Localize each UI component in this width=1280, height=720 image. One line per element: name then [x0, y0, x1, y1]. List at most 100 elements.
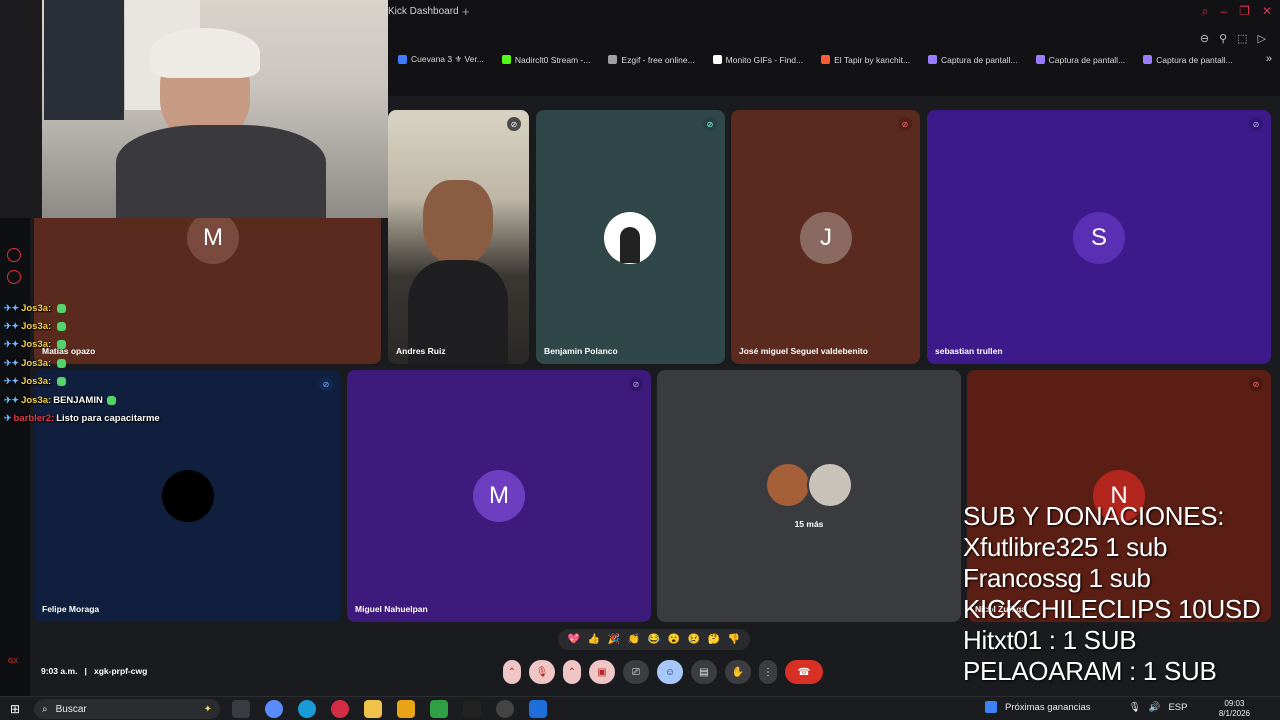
close-icon[interactable]: ✕ [1262, 4, 1272, 19]
more-options-icon[interactable]: ⋮ [759, 660, 777, 684]
earnings-label[interactable]: Próximas ganancias [1005, 702, 1091, 713]
reaction-emoji[interactable]: 👏 [628, 634, 640, 645]
participant-tile[interactable]: ⊘ Andres Ruiz [388, 110, 529, 364]
volume-icon[interactable]: 🔊 [1149, 702, 1161, 713]
captions-button[interactable]: ▤ [691, 660, 717, 684]
window-controls: ⌕ – ❐ ✕ [1202, 4, 1272, 19]
taskbar-clock[interactable]: 09:03 8/1/2026 [1219, 699, 1250, 719]
tab-kick-dashboard[interactable]: Kick Dashboard [388, 6, 459, 17]
reaction-emoji[interactable]: 👍 [588, 634, 600, 645]
chat-username[interactable]: barbler2: [14, 413, 55, 424]
reaction-emoji[interactable]: 😂 [648, 634, 660, 645]
bookmarks-bar: ⊖ ⚲ ⬚ ▷ Cuevana 3 ⚜ Ver... Nadirclt0 Stre… [388, 26, 1280, 96]
minimize-icon[interactable]: – [1220, 4, 1227, 19]
mic-off-icon: ⊘ [1249, 117, 1263, 131]
chat-badge-icon: ✈ [4, 413, 12, 424]
new-tab-button[interactable]: + [462, 4, 470, 19]
bookmark-icon [608, 55, 618, 64]
bookmark-item[interactable]: Ezgif - free online... [608, 54, 695, 65]
raise-hand-button[interactable]: ✋ [725, 660, 751, 684]
participant-name: Andres Ruiz [396, 346, 446, 356]
opera-gx-icon[interactable] [331, 700, 349, 718]
chat-username[interactable]: Jos3a: [21, 339, 51, 350]
bookmark-icon [712, 55, 722, 64]
reactions-bar: 💖 👍 🎉 👏 😂 😮 😢 🤔 👎 [558, 629, 750, 650]
chat-username[interactable]: Jos3a: [21, 358, 51, 369]
streamer-hair [150, 28, 260, 78]
bookmark-label: Captura de pantall... [1156, 54, 1233, 65]
camera-options-chevron-icon[interactable]: ⌃ [563, 660, 581, 684]
task-view-icon[interactable] [232, 700, 250, 718]
chat-text: BENJAMIN [53, 394, 103, 406]
bookmark-item[interactable]: Nadirclt0 Stream -... [501, 54, 590, 65]
search-icon[interactable]: ⌕ [1202, 4, 1209, 19]
bookmark-item[interactable]: Captura de pantall... [1035, 54, 1125, 65]
participant-tile[interactable]: S ⊘ sebastian trullen [927, 110, 1271, 364]
record-icon[interactable] [7, 248, 21, 262]
leave-call-button[interactable]: ☎ [785, 660, 823, 684]
chat-username[interactable]: Jos3a: [21, 303, 51, 314]
chat-username[interactable]: Jos3a: [21, 321, 51, 332]
obs-icon[interactable] [496, 700, 514, 718]
bookmark-item[interactable]: Captura de pantall... [1143, 54, 1233, 65]
store-icon[interactable] [529, 700, 547, 718]
bookmark-item[interactable]: Monito GIFs - Find... [712, 54, 803, 65]
overlay-line: KICKCHILECLIPS 10USD [963, 594, 1261, 624]
mic-options-chevron-icon[interactable]: ⌃ [503, 660, 521, 684]
file-explorer-icon[interactable] [364, 700, 382, 718]
participant-video [423, 180, 493, 265]
chat-username[interactable]: Jos3a: [21, 376, 51, 387]
play-icon[interactable]: ▷ [1258, 32, 1266, 45]
avatar-photo [162, 470, 214, 522]
taskbar-search[interactable]: ⌕ Buscar ✦ [34, 699, 220, 719]
crop-icon[interactable]: ⬚ [1237, 32, 1247, 45]
chat-badge-icon: ✈✦ [4, 339, 20, 350]
present-button[interactable]: ⎚ [623, 660, 649, 684]
reaction-emoji[interactable]: 🎉 [608, 634, 620, 645]
chat-badge-icon: ✈✦ [4, 357, 20, 368]
zoom-icon[interactable]: ⊖ [1200, 32, 1209, 45]
chat-username[interactable]: Jos3a: [21, 395, 51, 406]
bookmark-label: Captura de pantall... [941, 54, 1018, 65]
webcam-shelf [44, 0, 124, 120]
epic-games-icon[interactable] [463, 700, 481, 718]
brave-icon[interactable] [397, 700, 415, 718]
emoji-button[interactable]: ☺ [657, 660, 683, 684]
more-bookmarks-icon[interactable]: » [1266, 53, 1272, 65]
overlay-line: Xfutlibre325 1 sub [963, 532, 1168, 562]
streamer-shirt [116, 125, 326, 218]
chat-badge-icon: ✈✦ [4, 302, 20, 313]
participant-tile[interactable]: M ⊘ Miguel Nahuelpan [347, 370, 651, 622]
app-icon[interactable] [430, 700, 448, 718]
lang-label[interactable]: ESP [1168, 702, 1187, 713]
reaction-emoji[interactable]: 👎 [728, 634, 740, 645]
clock-time: 09:03 [1224, 699, 1245, 708]
bookmark-icon [821, 55, 831, 64]
restore-icon[interactable]: ❐ [1239, 4, 1250, 19]
browser-tools: ⊖ ⚲ ⬚ ▷ [1200, 32, 1266, 45]
emote-icon [106, 395, 116, 405]
chat-message: ✈✦ Jos3a: [4, 354, 204, 372]
bookmark-item[interactable]: Captura de pantall... [928, 54, 1018, 65]
participant-name: sebastian trullen [935, 346, 1003, 356]
participant-tile[interactable]: ⊘ Benjamin Polanco [536, 110, 725, 364]
copilot-icon[interactable] [265, 700, 283, 718]
meeting-separator: | [84, 666, 87, 676]
overlay-line: Francossg 1 sub [963, 563, 1151, 593]
mic-toggle-button[interactable]: 🎙 [529, 660, 555, 684]
history-icon[interactable] [7, 270, 21, 284]
edge-icon[interactable] [298, 700, 316, 718]
reaction-emoji[interactable]: 😮 [668, 634, 680, 645]
pin-icon[interactable]: ⚲ [1219, 32, 1227, 45]
participant-tile[interactable]: J ⊘ José miguel Seguel valdebenito [731, 110, 920, 364]
mic-icon[interactable]: 🎙 [1129, 702, 1141, 713]
windows-start-icon[interactable]: ⊞ [10, 702, 20, 716]
reaction-emoji[interactable]: 🤔 [708, 634, 720, 645]
reaction-emoji[interactable]: 💖 [568, 634, 580, 645]
bookmark-item[interactable]: Cuevana 3 ⚜ Ver... [398, 54, 484, 65]
sparkle-icon: ✦ [203, 703, 212, 715]
camera-toggle-button[interactable]: ▣ [589, 660, 615, 684]
bookmark-item[interactable]: El Tapir by kanchit... [821, 54, 910, 65]
more-participants-tile[interactable]: 15 más [657, 370, 961, 622]
reaction-emoji[interactable]: 😢 [688, 634, 700, 645]
